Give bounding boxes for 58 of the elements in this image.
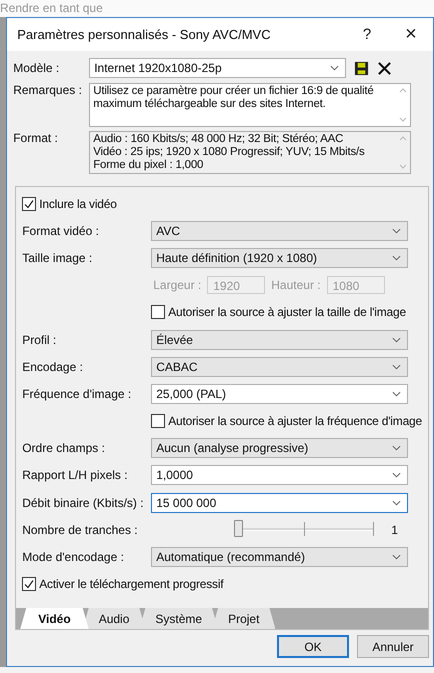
dropdown[interactable]: Haute définition (1920 x 1080) bbox=[151, 248, 408, 268]
checkbox-label: Autoriser la source à ajuster la fréquence d'image bbox=[168, 414, 422, 428]
template-dropdown[interactable]: Internet 1920x1080-25p bbox=[89, 58, 346, 78]
dropdown[interactable]: CABAC bbox=[151, 356, 408, 377]
slider-value: 1 bbox=[391, 522, 398, 537]
field-label: Remarques : bbox=[13, 83, 83, 97]
window-title: Paramètres personnalisés - Sony AVC/MVC bbox=[17, 27, 272, 42]
ok-button[interactable]: OK bbox=[277, 635, 349, 658]
field-label: Format : bbox=[13, 131, 59, 145]
field-label: Hauteur : bbox=[271, 278, 321, 292]
field-label: Format vidéo : bbox=[22, 224, 100, 238]
checkbox[interactable] bbox=[22, 577, 36, 592]
dropdown[interactable]: AVC bbox=[151, 220, 408, 241]
field-label: Profil : bbox=[22, 332, 58, 347]
chevron-icon bbox=[392, 364, 402, 370]
help-button[interactable]: ? bbox=[345, 26, 389, 43]
chevron-icon bbox=[392, 445, 402, 452]
dropdown[interactable]: Aucun (analyse progressive) bbox=[151, 438, 408, 458]
field-label: Taille image : bbox=[22, 250, 94, 265]
field-label: Mode d'encodage : bbox=[22, 550, 125, 564]
field-label: Rapport L/H pixels : bbox=[22, 468, 129, 482]
chevron-icon bbox=[392, 472, 402, 478]
checkbox[interactable] bbox=[151, 414, 166, 428]
slider[interactable] bbox=[235, 522, 374, 538]
cancel-button[interactable]: Annuler bbox=[357, 635, 429, 658]
field-label: Largeur : bbox=[153, 278, 202, 292]
tab[interactable]: Vidéo bbox=[20, 608, 89, 629]
format-box: Audio : 160 Kbits/s; 48 000 Hz; 32 Bit; Stéréo; AAC Vidéo : 25 ips; 1920 x 1080 Progressif; YUV; 15 Mbits/s Forme du pixel : 1,000 bbox=[89, 131, 412, 174]
checkbox-label: Autoriser la source à ajuster la taille de l'image bbox=[168, 305, 406, 320]
field-label: Fréquence d'image : bbox=[22, 386, 132, 401]
combo-box[interactable]: 15 000 000 bbox=[151, 492, 408, 513]
slider-thumb[interactable] bbox=[234, 520, 244, 538]
checkbox-label: Inclure la vidéo bbox=[39, 196, 117, 211]
chevron-icon bbox=[392, 336, 402, 343]
field-label: Nombre de tranches : bbox=[22, 522, 139, 537]
combo-box[interactable]: 25,000 (PAL) bbox=[151, 384, 408, 404]
checkbox[interactable] bbox=[151, 305, 166, 320]
dropdown[interactable]: Élevée bbox=[151, 330, 408, 350]
field-label: Modèle : bbox=[13, 61, 60, 75]
chevron-icon bbox=[330, 65, 340, 71]
chevron-icon bbox=[392, 390, 402, 397]
combo-box[interactable]: 1,0000 bbox=[151, 465, 408, 486]
field-label: Débit binaire (Kbits/s) : bbox=[22, 496, 145, 510]
close-button[interactable]: × bbox=[389, 23, 433, 46]
field-label: Ordre champs : bbox=[22, 441, 106, 456]
save-icon[interactable] bbox=[354, 60, 370, 76]
field-label: Encodage : bbox=[22, 360, 84, 374]
chevron-icon bbox=[392, 254, 402, 261]
remarks-box: Utilisez ce paramètre pour créer un fichier 16:9 de qualité maximum téléchargeable sur des sites Internet. bbox=[89, 83, 412, 127]
chevron-icon bbox=[392, 500, 402, 506]
checkbox[interactable] bbox=[22, 196, 36, 211]
chevron-icon bbox=[392, 228, 402, 234]
tab[interactable]: Projet bbox=[212, 608, 276, 629]
chevron-icon bbox=[392, 554, 402, 560]
background-heading: Rendre en tant que bbox=[0, 1, 103, 16]
dropdown[interactable]: Automatique (recommandé) bbox=[151, 547, 408, 568]
delete-icon[interactable] bbox=[377, 60, 392, 76]
checkbox-label: Activer le téléchargement progressif bbox=[39, 577, 224, 592]
